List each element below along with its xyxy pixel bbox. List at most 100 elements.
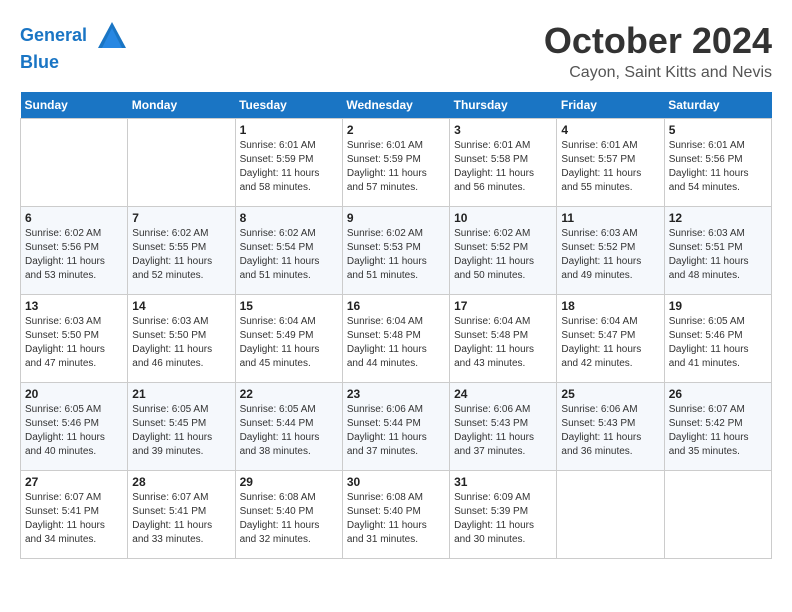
calendar-cell <box>21 119 128 207</box>
calendar-week-row: 13 Sunrise: 6:03 AMSunset: 5:50 PMDayligh… <box>21 295 772 383</box>
calendar-cell: 16 Sunrise: 6:04 AMSunset: 5:48 PMDayligh… <box>342 295 449 383</box>
day-number: 31 <box>454 475 552 489</box>
weekday-header: Saturday <box>664 92 771 119</box>
day-number: 19 <box>669 299 767 313</box>
calendar-week-row: 20Sunrise: 6:05 AMSunset: 5:46 PMDayligh… <box>21 383 772 471</box>
calendar-cell: 14 Sunrise: 6:03 AMSunset: 5:50 PMDayligh… <box>128 295 235 383</box>
calendar-cell: 30Sunrise: 6:08 AMSunset: 5:40 PMDayligh… <box>342 471 449 559</box>
calendar-cell <box>664 471 771 559</box>
day-info: Sunrise: 6:07 AMSunset: 5:42 PMDaylight:… <box>669 403 767 459</box>
calendar-cell: 31 Sunrise: 6:09 AMSunset: 5:39 PMDayligh… <box>450 471 557 559</box>
day-info: Sunrise: 6:03 AMSunset: 5:50 PMDaylight:… <box>25 315 123 371</box>
page-header: General Blue October 2024 Cayon, Saint K… <box>20 20 772 82</box>
day-info: Sunrise: 6:05 AMSunset: 5:45 PMDaylight:… <box>132 403 230 459</box>
weekday-header: Friday <box>557 92 664 119</box>
day-number: 8 <box>240 211 338 225</box>
calendar-cell: 25 Sunrise: 6:06 AMSunset: 5:43 PMDayligh… <box>557 383 664 471</box>
day-number: 17 <box>454 299 552 313</box>
calendar-cell: 7Sunrise: 6:02 AMSunset: 5:55 PMDaylight… <box>128 207 235 295</box>
day-number: 16 <box>347 299 445 313</box>
day-number: 28 <box>132 475 230 489</box>
day-number: 6 <box>25 211 123 225</box>
day-info: Sunrise: 6:04 AMSunset: 5:48 PMDaylight:… <box>347 315 445 371</box>
day-number: 25 <box>561 387 659 401</box>
day-info: Sunrise: 6:09 AMSunset: 5:39 PMDaylight:… <box>454 491 552 547</box>
calendar-week-row: 1 Sunrise: 6:01 AMSunset: 5:59 PMDaylight… <box>21 119 772 207</box>
day-number: 24 <box>454 387 552 401</box>
day-number: 15 <box>240 299 338 313</box>
calendar-cell: 3Sunrise: 6:01 AMSunset: 5:58 PMDaylight… <box>450 119 557 207</box>
day-info: Sunrise: 6:06 AMSunset: 5:43 PMDaylight:… <box>454 403 552 459</box>
day-number: 11 <box>561 211 659 225</box>
calendar-cell: 19 Sunrise: 6:05 AMSunset: 5:46 PMDayligh… <box>664 295 771 383</box>
day-info: Sunrise: 6:03 AMSunset: 5:51 PMDaylight:… <box>669 227 767 283</box>
day-info: Sunrise: 6:01 AMSunset: 5:58 PMDaylight:… <box>454 139 552 195</box>
day-info: Sunrise: 6:07 AMSunset: 5:41 PMDaylight:… <box>132 491 230 547</box>
day-info: Sunrise: 6:04 AMSunset: 5:47 PMDaylight:… <box>561 315 659 371</box>
calendar-cell: 12Sunrise: 6:03 AMSunset: 5:51 PMDayligh… <box>664 207 771 295</box>
day-info: Sunrise: 6:01 AMSunset: 5:59 PMDaylight:… <box>240 139 338 195</box>
logo-icon <box>96 20 128 52</box>
calendar-cell: 15 Sunrise: 6:04 AMSunset: 5:49 PMDayligh… <box>235 295 342 383</box>
weekday-header: Wednesday <box>342 92 449 119</box>
day-number: 26 <box>669 387 767 401</box>
logo: General Blue <box>20 20 128 74</box>
calendar-cell: 9Sunrise: 6:02 AMSunset: 5:53 PMDaylight… <box>342 207 449 295</box>
calendar-cell: 20Sunrise: 6:05 AMSunset: 5:46 PMDayligh… <box>21 383 128 471</box>
day-info: Sunrise: 6:06 AMSunset: 5:43 PMDaylight:… <box>561 403 659 459</box>
day-info: Sunrise: 6:08 AMSunset: 5:40 PMDaylight:… <box>347 491 445 547</box>
weekday-header-row: SundayMondayTuesdayWednesdayThursdayFrid… <box>21 92 772 119</box>
weekday-header: Thursday <box>450 92 557 119</box>
location-title: Cayon, Saint Kitts and Nevis <box>544 64 772 82</box>
calendar-cell: 8 Sunrise: 6:02 AMSunset: 5:54 PMDaylight… <box>235 207 342 295</box>
day-number: 27 <box>25 475 123 489</box>
calendar-cell: 18 Sunrise: 6:04 AMSunset: 5:47 PMDayligh… <box>557 295 664 383</box>
day-number: 23 <box>347 387 445 401</box>
day-number: 13 <box>25 299 123 313</box>
day-number: 29 <box>240 475 338 489</box>
day-info: Sunrise: 6:01 AMSunset: 5:56 PMDaylight:… <box>669 139 767 195</box>
day-number: 20 <box>25 387 123 401</box>
calendar-cell: 26 Sunrise: 6:07 AMSunset: 5:42 PMDayligh… <box>664 383 771 471</box>
day-info: Sunrise: 6:04 AMSunset: 5:49 PMDaylight:… <box>240 315 338 371</box>
day-number: 18 <box>561 299 659 313</box>
title-block: October 2024 Cayon, Saint Kitts and Nevi… <box>544 20 772 82</box>
calendar-week-row: 27 Sunrise: 6:07 AMSunset: 5:41 PMDayligh… <box>21 471 772 559</box>
calendar-cell: 4Sunrise: 6:01 AMSunset: 5:57 PMDaylight… <box>557 119 664 207</box>
day-number: 2 <box>347 123 445 137</box>
calendar-cell: 10 Sunrise: 6:02 AMSunset: 5:52 PMDayligh… <box>450 207 557 295</box>
calendar-cell: 21 Sunrise: 6:05 AMSunset: 5:45 PMDayligh… <box>128 383 235 471</box>
calendar-cell: 22 Sunrise: 6:05 AMSunset: 5:44 PMDayligh… <box>235 383 342 471</box>
day-info: Sunrise: 6:05 AMSunset: 5:44 PMDaylight:… <box>240 403 338 459</box>
day-info: Sunrise: 6:01 AMSunset: 5:59 PMDaylight:… <box>347 139 445 195</box>
calendar-cell: 27Sunrise: 6:07 AMSunset: 5:41 PMDayligh… <box>21 471 128 559</box>
calendar-cell: 2 Sunrise: 6:01 AMSunset: 5:59 PMDaylight… <box>342 119 449 207</box>
day-info: Sunrise: 6:08 AMSunset: 5:40 PMDaylight:… <box>240 491 338 547</box>
day-number: 10 <box>454 211 552 225</box>
month-title: October 2024 <box>544 20 772 62</box>
day-info: Sunrise: 6:02 AMSunset: 5:52 PMDaylight:… <box>454 227 552 283</box>
calendar-cell <box>557 471 664 559</box>
calendar-cell: 17Sunrise: 6:04 AMSunset: 5:48 PMDayligh… <box>450 295 557 383</box>
calendar-table: SundayMondayTuesdayWednesdayThursdayFrid… <box>20 92 772 559</box>
calendar-cell: 6 Sunrise: 6:02 AMSunset: 5:56 PMDaylight… <box>21 207 128 295</box>
calendar-cell: 13 Sunrise: 6:03 AMSunset: 5:50 PMDayligh… <box>21 295 128 383</box>
day-number: 1 <box>240 123 338 137</box>
calendar-cell: 1 Sunrise: 6:01 AMSunset: 5:59 PMDaylight… <box>235 119 342 207</box>
day-info: Sunrise: 6:05 AMSunset: 5:46 PMDaylight:… <box>669 315 767 371</box>
day-number: 14 <box>132 299 230 313</box>
day-info: Sunrise: 6:02 AMSunset: 5:56 PMDaylight:… <box>25 227 123 283</box>
logo-blue-text: Blue <box>20 52 128 74</box>
calendar-cell: 23 Sunrise: 6:06 AMSunset: 5:44 PMDayligh… <box>342 383 449 471</box>
day-number: 22 <box>240 387 338 401</box>
day-info: Sunrise: 6:01 AMSunset: 5:57 PMDaylight:… <box>561 139 659 195</box>
day-info: Sunrise: 6:06 AMSunset: 5:44 PMDaylight:… <box>347 403 445 459</box>
day-info: Sunrise: 6:02 AMSunset: 5:54 PMDaylight:… <box>240 227 338 283</box>
day-number: 5 <box>669 123 767 137</box>
calendar-cell: 5 Sunrise: 6:01 AMSunset: 5:56 PMDaylight… <box>664 119 771 207</box>
day-info: Sunrise: 6:03 AMSunset: 5:50 PMDaylight:… <box>132 315 230 371</box>
day-info: Sunrise: 6:02 AMSunset: 5:55 PMDaylight:… <box>132 227 230 283</box>
day-info: Sunrise: 6:02 AMSunset: 5:53 PMDaylight:… <box>347 227 445 283</box>
day-info: Sunrise: 6:03 AMSunset: 5:52 PMDaylight:… <box>561 227 659 283</box>
day-number: 21 <box>132 387 230 401</box>
